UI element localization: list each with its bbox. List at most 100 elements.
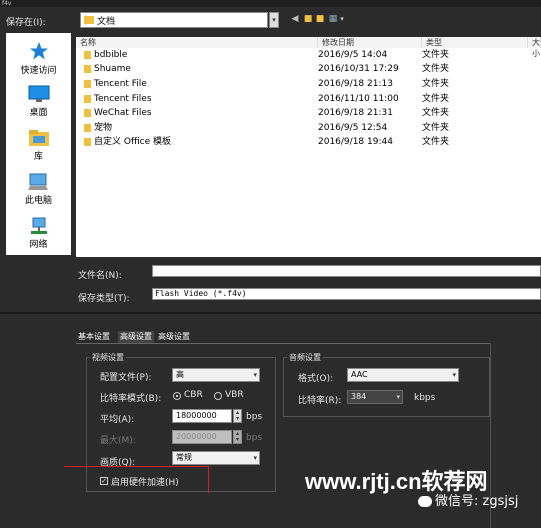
file-type: 文件夹 xyxy=(422,94,450,104)
hw-accel-label: 启用硬件加速(H) xyxy=(111,478,179,488)
window-title: f4v xyxy=(0,0,541,7)
filetype-label: 保存类型(T): xyxy=(78,294,130,304)
tab-advanced-2[interactable]: 高级设置 xyxy=(156,331,192,343)
profile-select[interactable]: 高 ▾ xyxy=(172,368,260,382)
filetype-select[interactable]: Flash Video (*.f4v) xyxy=(152,288,541,300)
save-in-value: 文档 xyxy=(97,17,116,27)
chevron-down-icon[interactable]: ▾ xyxy=(337,14,347,24)
file-modified: 2016/11/10 11:00 xyxy=(318,94,399,104)
wechat-icon xyxy=(418,496,432,507)
back-icon[interactable]: ◀ xyxy=(290,14,300,24)
file-type: 文件夹 xyxy=(422,137,450,147)
divider xyxy=(0,312,541,314)
file-type: 文件夹 xyxy=(422,64,450,74)
quality-value: 常规 xyxy=(176,453,192,462)
audio-format-label: 格式(O): xyxy=(298,374,334,384)
folder-icon xyxy=(84,16,94,24)
place-this-pc[interactable]: 此电脑 xyxy=(6,173,71,206)
avg-bitrate-input[interactable]: 18000000 xyxy=(172,409,232,423)
place-quick-access[interactable]: 快速访问 xyxy=(6,41,71,76)
file-modified: 2016/10/31 17:29 xyxy=(318,64,399,74)
places-bar: 快速访问 桌面 库 此电脑 网络 xyxy=(6,33,71,255)
file-row[interactable]: bdbible 2016/9/5 14:04 文件夹 xyxy=(76,48,541,62)
vbr-label: VBR xyxy=(225,390,244,400)
audio-bitrate-select[interactable]: 384 ▾ xyxy=(347,390,403,404)
watermark-sub-text: 微信号: zgsjsj xyxy=(435,494,519,509)
place-library[interactable]: 库 xyxy=(6,129,71,162)
watermark-wechat: 微信号: zgsjsj xyxy=(418,490,518,509)
folder-icon xyxy=(84,80,91,88)
column-header-size[interactable]: 大小 xyxy=(528,37,541,58)
column-header-modified[interactable]: 修改日期 xyxy=(318,37,422,48)
place-desktop[interactable]: 桌面 xyxy=(6,85,71,118)
audio-bitrate-label: 比特率(R): xyxy=(298,396,342,406)
quality-select[interactable]: 常规 ▾ xyxy=(172,451,260,465)
place-label: 快速访问 xyxy=(20,66,57,76)
file-row[interactable]: 宠物 2016/9/5 12:54 文件夹 xyxy=(76,121,541,135)
place-label: 此电脑 xyxy=(24,196,52,206)
hw-accel-checkbox[interactable]: ✓ xyxy=(100,477,108,485)
file-type: 文件夹 xyxy=(422,79,450,89)
bitrate-mode-label: 比特率模式(B): xyxy=(100,394,162,404)
vbr-radio[interactable] xyxy=(214,392,222,400)
audio-bitrate-unit: kbps xyxy=(414,393,436,403)
folder-icon xyxy=(84,138,91,146)
file-name: bdbible xyxy=(94,50,128,60)
place-label: 库 xyxy=(33,152,43,162)
column-header-name[interactable]: 名称 xyxy=(76,37,318,48)
file-name: Tencent Files xyxy=(94,94,152,104)
avg-bitrate-stepper[interactable]: ▴ ▾ xyxy=(233,409,242,423)
file-name: Shuame xyxy=(94,64,131,74)
avg-unit: bps xyxy=(246,412,263,422)
file-modified: 2016/9/18 21:31 xyxy=(318,108,393,118)
file-modified: 2016/9/18 19:44 xyxy=(318,137,393,147)
folder-icon xyxy=(84,95,91,103)
tab-basic[interactable]: 基本设置 xyxy=(76,331,112,343)
audio-group-title: 音频设置 xyxy=(287,352,323,363)
star-icon xyxy=(29,42,48,60)
folder-icon xyxy=(84,51,91,59)
file-modified: 2016/9/5 12:54 xyxy=(318,123,388,133)
folder-icon xyxy=(84,124,91,132)
chevron-down-icon: ▾ xyxy=(253,371,257,379)
file-row[interactable]: Shuame 2016/10/31 17:29 文件夹 xyxy=(76,62,541,76)
place-network[interactable]: 网络 xyxy=(6,217,71,250)
filename-label: 文件名(N): xyxy=(78,271,122,281)
new-folder-icon[interactable]: ■ xyxy=(315,14,325,24)
save-in-combo[interactable]: 文档 xyxy=(80,12,268,28)
annotation-line xyxy=(208,466,209,493)
filename-input[interactable] xyxy=(152,265,541,277)
max-bitrate-stepper[interactable]: ▴ ▾ xyxy=(233,430,242,444)
audio-format-value: AAC xyxy=(351,370,368,379)
chevron-down-icon: ▾ xyxy=(396,393,400,401)
file-name: 自定义 Office 模板 xyxy=(94,137,171,147)
profile-label: 配置文件(P): xyxy=(100,373,152,383)
video-group-title: 视频设置 xyxy=(90,352,126,363)
library-icon xyxy=(28,130,49,146)
file-type: 文件夹 xyxy=(422,123,450,133)
max-unit: bps xyxy=(246,433,263,443)
chevron-down-icon: ▾ xyxy=(452,371,456,379)
place-label: 桌面 xyxy=(29,108,48,118)
file-row[interactable]: WeChat Files 2016/9/18 21:31 文件夹 xyxy=(76,106,541,120)
audio-settings-group xyxy=(283,357,490,417)
file-type: 文件夹 xyxy=(422,108,450,118)
audio-bitrate-value: 384 xyxy=(351,392,367,401)
cbr-radio[interactable] xyxy=(173,392,181,400)
desktop-icon xyxy=(28,85,49,102)
folder-icon xyxy=(84,65,91,73)
tab-advanced[interactable]: 高级设置 xyxy=(118,331,154,343)
file-list: 名称 修改日期 类型 大小 bdbible 2016/9/5 14:04 文件夹… xyxy=(76,37,541,257)
file-type: 文件夹 xyxy=(422,50,450,60)
file-row[interactable]: 自定义 Office 模板 2016/9/18 19:44 文件夹 xyxy=(76,135,541,149)
file-row[interactable]: Tencent Files 2016/11/10 11:00 文件夹 xyxy=(76,92,541,106)
file-row[interactable]: Tencent File 2016/9/18 21:13 文件夹 xyxy=(76,77,541,91)
network-icon xyxy=(30,217,47,234)
folder-icon xyxy=(84,109,91,117)
chevron-down-icon[interactable]: ▾ xyxy=(269,12,279,28)
column-header-type[interactable]: 类型 xyxy=(422,37,528,48)
audio-format-select[interactable]: AAC ▾ xyxy=(347,368,459,382)
chevron-down-icon: ▾ xyxy=(253,454,257,462)
up-folder-icon[interactable]: ■ xyxy=(303,14,313,24)
max-bitrate-input[interactable]: 20000000 xyxy=(172,430,232,444)
